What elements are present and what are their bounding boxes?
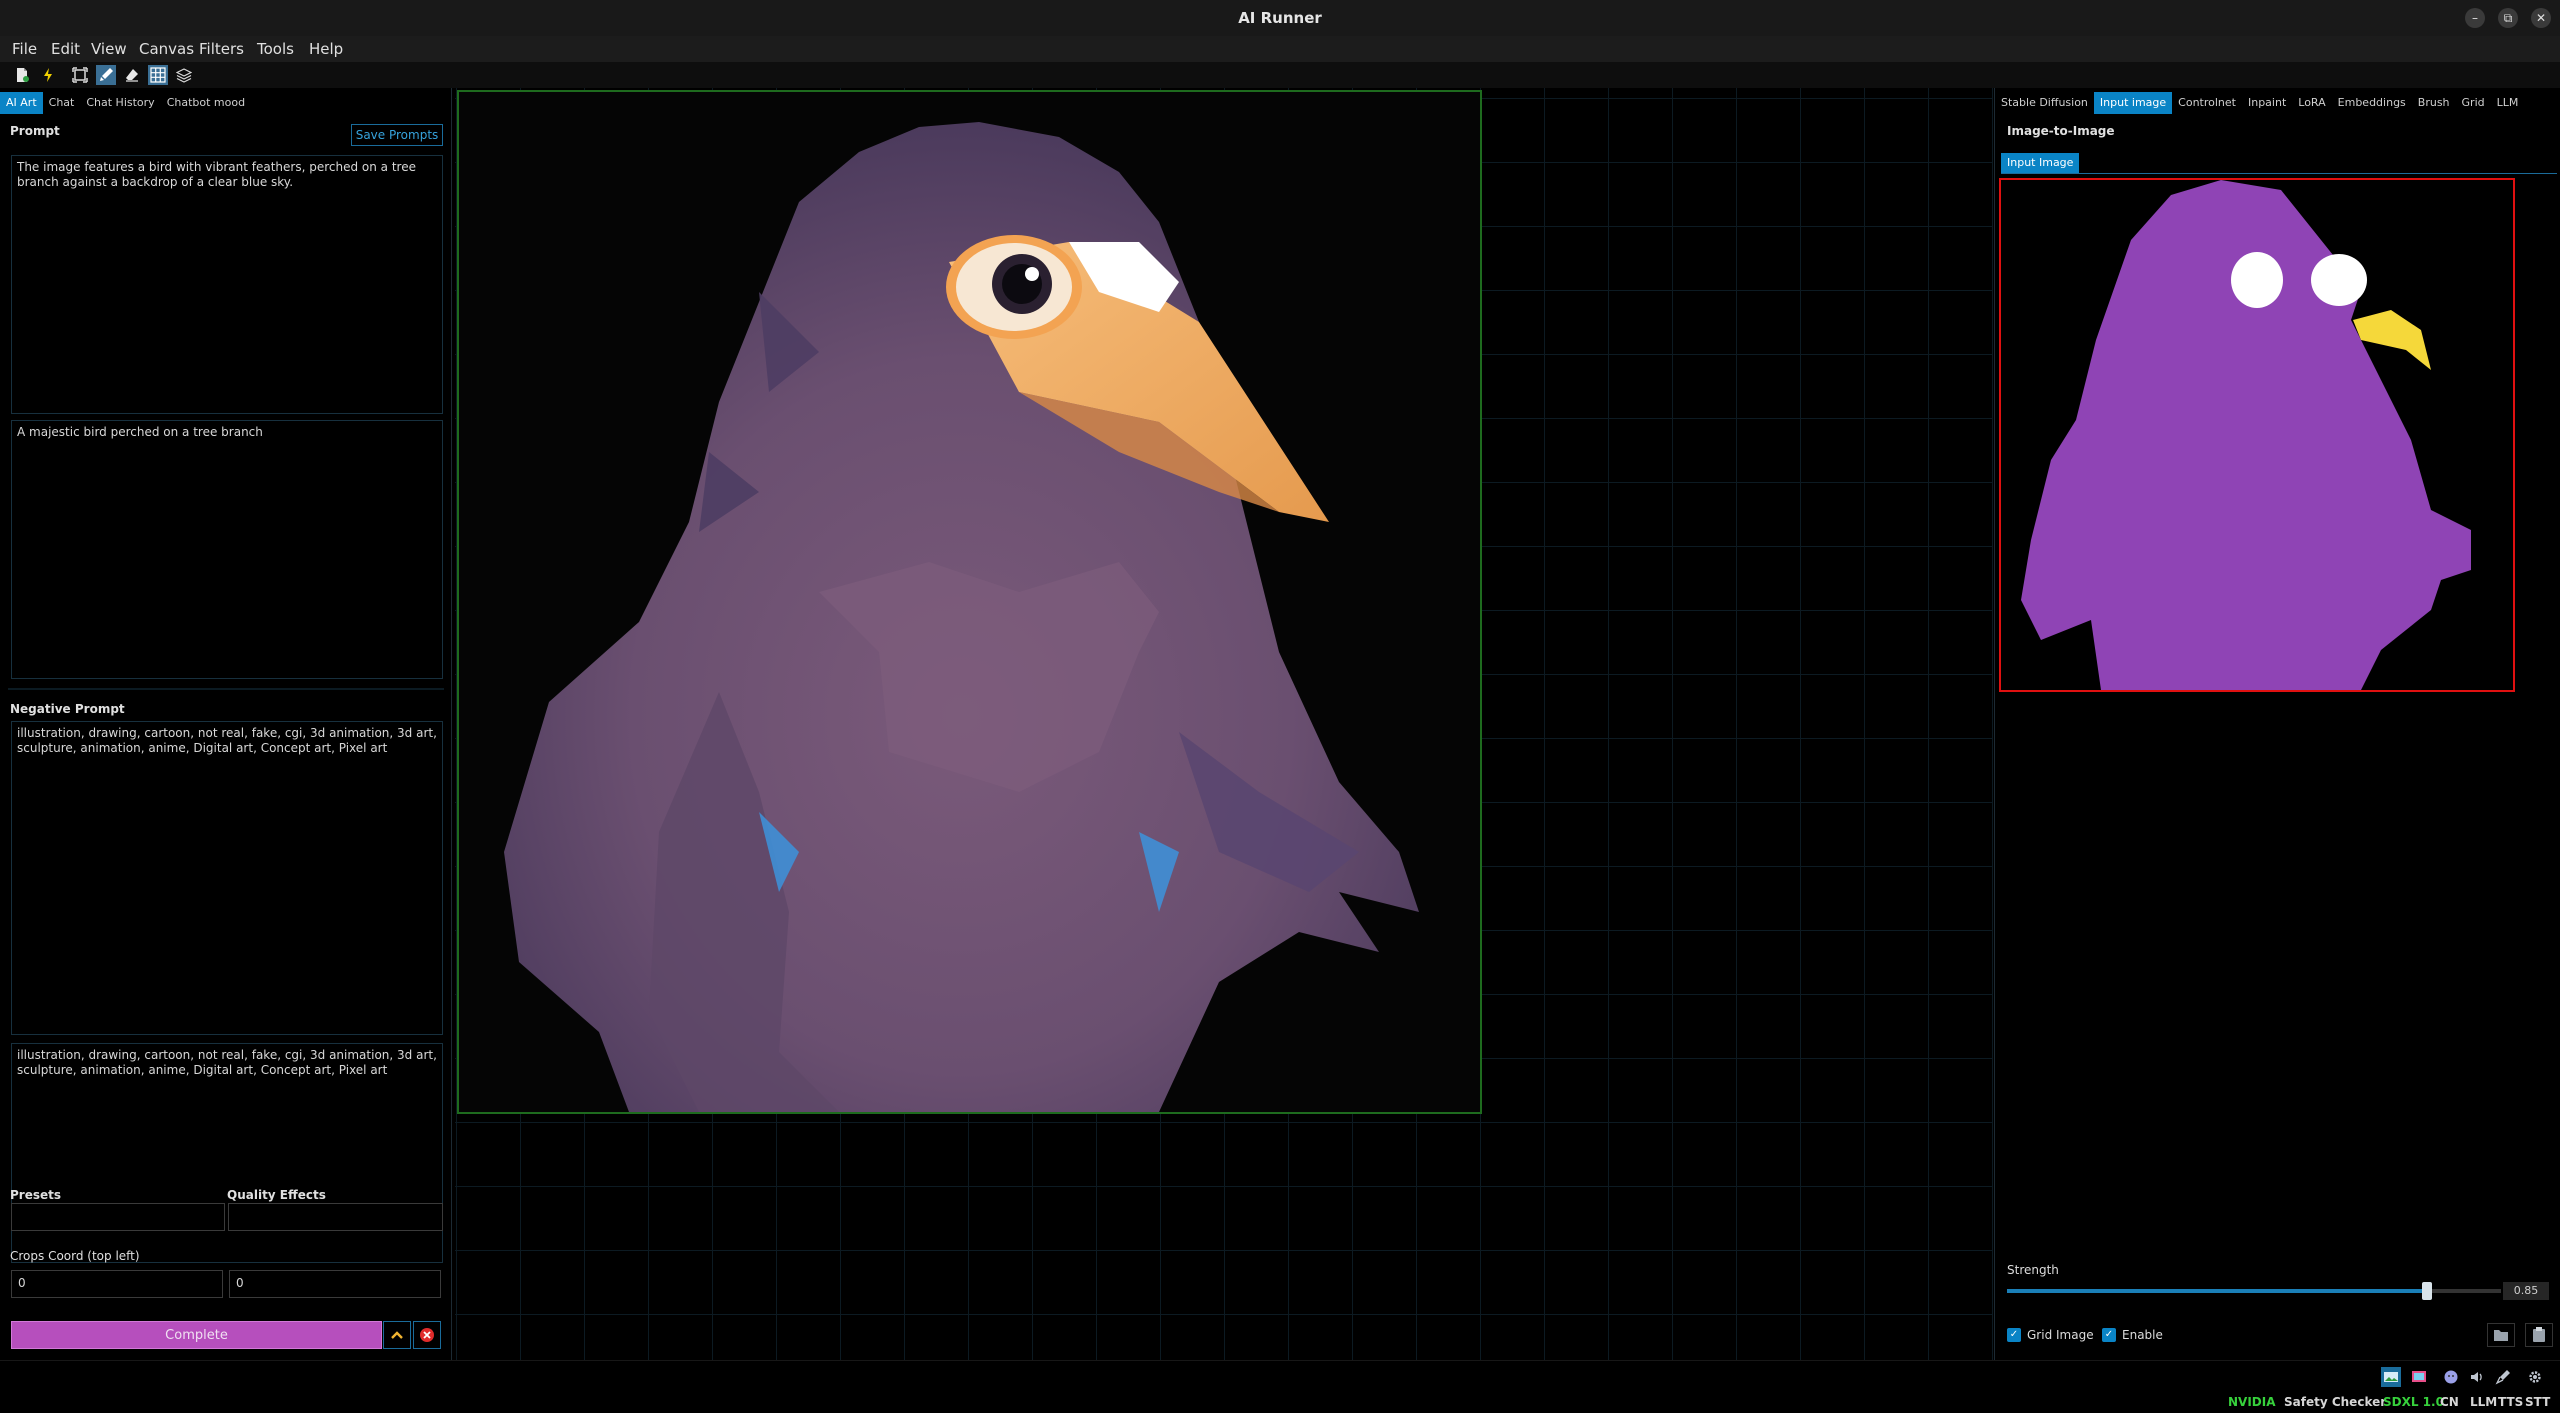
chatbot-icon[interactable] (2441, 1367, 2461, 1387)
tab-brush[interactable]: Brush (2412, 92, 2456, 114)
grid-image-label: Grid Image (2027, 1328, 2094, 1342)
grid-image-checkbox[interactable]: ✓ (2007, 1328, 2021, 1342)
tab-ai-art[interactable]: AI Art (0, 92, 43, 114)
open-folder-button[interactable] (2487, 1323, 2515, 1347)
eraser-icon[interactable] (122, 65, 142, 85)
crops-x-input[interactable]: 0 (11, 1270, 223, 1298)
menu-view[interactable]: View (91, 40, 127, 58)
enable-label: Enable (2122, 1328, 2163, 1342)
microphone-icon[interactable] (2493, 1367, 2513, 1387)
menu-tools[interactable]: Tools (257, 40, 294, 58)
purple-bird-sketch (2021, 180, 2471, 690)
left-tab-bar: AI Art Chat Chat History Chatbot mood (0, 92, 251, 114)
left-panel: AI Art Chat Chat History Chatbot mood Pr… (0, 88, 452, 1360)
tab-grid[interactable]: Grid (2456, 92, 2491, 114)
tab-chat[interactable]: Chat (43, 92, 81, 114)
strength-slider-track[interactable] (2007, 1282, 2501, 1300)
panel-divider[interactable] (8, 688, 444, 690)
restore-button[interactable]: ⧉ (2498, 8, 2518, 28)
gallery-icon[interactable] (2409, 1367, 2429, 1387)
strength-value[interactable]: 0.85 (2503, 1282, 2549, 1300)
toolbar (0, 62, 2560, 88)
title-bar: AI Runner – ⧉ ✕ (0, 0, 2560, 36)
chevron-up-icon (391, 1331, 403, 1339)
image-to-image-title: Image-to-Image (2007, 124, 2115, 138)
settings-gear-icon[interactable] (2525, 1367, 2545, 1387)
status-tts: TTS (2498, 1395, 2524, 1409)
layers-icon[interactable] (174, 65, 194, 85)
prompt-input[interactable]: The image features a bird with vibrant f… (11, 155, 443, 414)
folder-icon (2494, 1330, 2508, 1341)
strength-slider-handle[interactable] (2421, 1282, 2432, 1300)
presets-label: Presets (10, 1188, 62, 1202)
menu-bar: File Edit View Canvas Filters Tools Help (0, 36, 2560, 62)
input-image-preview[interactable] (1999, 178, 2515, 692)
negative-prompt-label: Negative Prompt (10, 702, 125, 716)
secondary-prompt-input[interactable]: A majestic bird perched on a tree branch (11, 420, 443, 679)
crops-y-input[interactable]: 0 (229, 1270, 441, 1298)
strength-label: Strength (2007, 1263, 2059, 1277)
status-cn: CN (2440, 1395, 2459, 1409)
speaker-icon[interactable] (2467, 1367, 2487, 1387)
select-area-icon[interactable] (70, 65, 90, 85)
crops-coord-label: Crops Coord (top left) (10, 1249, 140, 1263)
save-prompts-button[interactable]: Save Prompts (351, 124, 443, 146)
subtab-input-image[interactable]: Input Image (2001, 153, 2080, 173)
new-document-icon[interactable] (12, 65, 32, 85)
clipboard-icon (2533, 1327, 2545, 1342)
expand-up-button[interactable] (383, 1321, 411, 1349)
menu-canvas[interactable]: Canvas (139, 40, 194, 58)
tab-inpaint[interactable]: Inpaint (2242, 92, 2292, 114)
menu-filters[interactable]: Filters (199, 40, 244, 58)
grid-icon[interactable] (148, 65, 168, 85)
cancel-icon (420, 1328, 434, 1342)
generate-button[interactable]: Complete (11, 1321, 382, 1349)
tab-embeddings[interactable]: Embeddings (2332, 92, 2412, 114)
minimize-button[interactable]: – (2465, 8, 2485, 28)
tab-lora[interactable]: LoRA (2292, 92, 2331, 114)
negative-prompt-input[interactable]: illustration, drawing, cartoon, not real… (11, 721, 443, 1035)
active-grid-image[interactable] (457, 90, 1482, 1114)
bird-image (459, 92, 1480, 1112)
subtab-underline (2001, 173, 2557, 174)
status-llm: LLM (2470, 1395, 2498, 1409)
menu-help[interactable]: Help (309, 40, 343, 58)
status-model: SDXL 1.0 (2383, 1395, 2444, 1409)
right-tab-bar: Stable Diffusion Input image Controlnet … (1995, 92, 2524, 114)
presets-select[interactable] (11, 1203, 225, 1231)
window-title: AI Runner (1238, 9, 1322, 27)
brush-icon[interactable] (96, 65, 116, 85)
right-panel: Stable Diffusion Input image Controlnet … (1994, 88, 2560, 1360)
status-safety-checker: Safety Checker (2284, 1395, 2387, 1409)
tab-stable-diffusion[interactable]: Stable Diffusion (1995, 92, 2094, 114)
tab-controlnet[interactable]: Controlnet (2172, 92, 2242, 114)
tab-llm[interactable]: LLM (2491, 92, 2525, 114)
strength-slider-fill (2007, 1289, 2427, 1293)
status-stt: STT (2525, 1395, 2551, 1409)
lightning-icon[interactable] (38, 65, 58, 85)
status-bar: NVIDIA Safety Checker SDXL 1.0 CN LLM TT… (0, 1360, 2560, 1413)
cancel-generation-button[interactable] (413, 1321, 441, 1349)
status-nvidia: NVIDIA (2228, 1395, 2276, 1409)
tab-chat-history[interactable]: Chat History (80, 92, 160, 114)
quality-effects-select[interactable] (228, 1203, 443, 1231)
enable-checkbox[interactable]: ✓ (2102, 1328, 2116, 1342)
prompt-label: Prompt (10, 124, 60, 138)
import-image-button[interactable] (2525, 1323, 2553, 1347)
quality-effects-label: Quality Effects (227, 1188, 326, 1202)
canvas-area[interactable] (455, 88, 1993, 1360)
menu-edit[interactable]: Edit (51, 40, 80, 58)
menu-file[interactable]: File (12, 40, 37, 58)
image-mode-icon[interactable] (2381, 1367, 2401, 1387)
close-window-button[interactable]: ✕ (2531, 8, 2551, 28)
tab-chatbot-mood[interactable]: Chatbot mood (161, 92, 251, 114)
tab-input-image[interactable]: Input image (2093, 92, 2173, 114)
